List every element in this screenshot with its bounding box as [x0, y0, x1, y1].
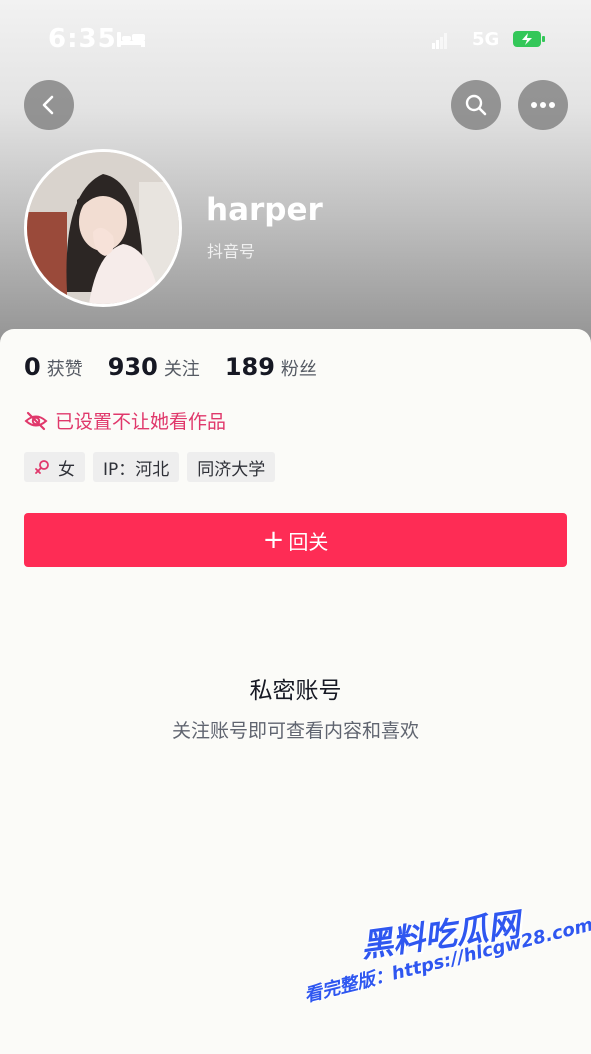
- stat-likes[interactable]: 0 获赞: [24, 353, 83, 381]
- more-button[interactable]: [518, 80, 568, 130]
- avatar-image: [27, 152, 179, 304]
- follow-back-button[interactable]: + 回关: [24, 513, 567, 567]
- ip-tag: IP：河北: [93, 452, 180, 482]
- stat-label: 获赞: [46, 359, 83, 380]
- profile-header: 6:35 5G harper 抖音号: [0, 0, 591, 360]
- stat-number: 0: [24, 353, 41, 381]
- plus-icon: +: [262, 525, 285, 555]
- more-icon: [531, 102, 555, 108]
- signal-icon: [432, 33, 447, 49]
- stat-followers[interactable]: 189 粉丝: [225, 353, 317, 381]
- school-text: 同济大学: [197, 459, 266, 480]
- stats-row: 0 获赞 930 关注 189 粉丝: [24, 353, 342, 381]
- gender-text: 女: [58, 459, 75, 480]
- network-type: 5G: [472, 29, 500, 50]
- bed-icon: [117, 32, 145, 47]
- profile-tags: 女 IP：河北 同济大学: [24, 452, 283, 482]
- avatar[interactable]: [24, 149, 182, 307]
- visibility-notice[interactable]: 已设置不让她看作品: [24, 407, 226, 434]
- private-account-description: 关注账号即可查看内容和喜欢: [171, 720, 419, 742]
- stat-number: 930: [107, 353, 158, 381]
- watermark: 黑料吃瓜网 看完整版：https://hlcgw28.com: [290, 880, 591, 1050]
- female-icon: [35, 460, 49, 474]
- back-icon: [42, 95, 54, 115]
- private-account-title: 私密账号: [249, 678, 342, 704]
- profile-name: harper: [206, 192, 323, 228]
- search-button[interactable]: [451, 80, 501, 130]
- visibility-notice-text: 已设置不让她看作品: [55, 411, 227, 433]
- douyin-id-label: 抖音号: [207, 242, 256, 261]
- search-icon: [465, 94, 487, 116]
- gender-tag: 女: [24, 452, 85, 482]
- follow-back-label: 回关: [288, 529, 329, 554]
- ip-text: IP：河北: [103, 459, 170, 480]
- battery-icon: [513, 31, 545, 47]
- status-bar: 6:35 5G: [0, 0, 591, 80]
- stat-label: 粉丝: [280, 359, 317, 380]
- back-button[interactable]: [24, 80, 74, 130]
- eye-slash-icon: [24, 411, 48, 430]
- status-time: 6:35: [48, 24, 117, 54]
- stat-following[interactable]: 930 关注: [108, 353, 200, 381]
- stat-label: 关注: [163, 359, 200, 380]
- school-tag[interactable]: 同济大学: [187, 452, 276, 482]
- stat-number: 189: [224, 353, 275, 381]
